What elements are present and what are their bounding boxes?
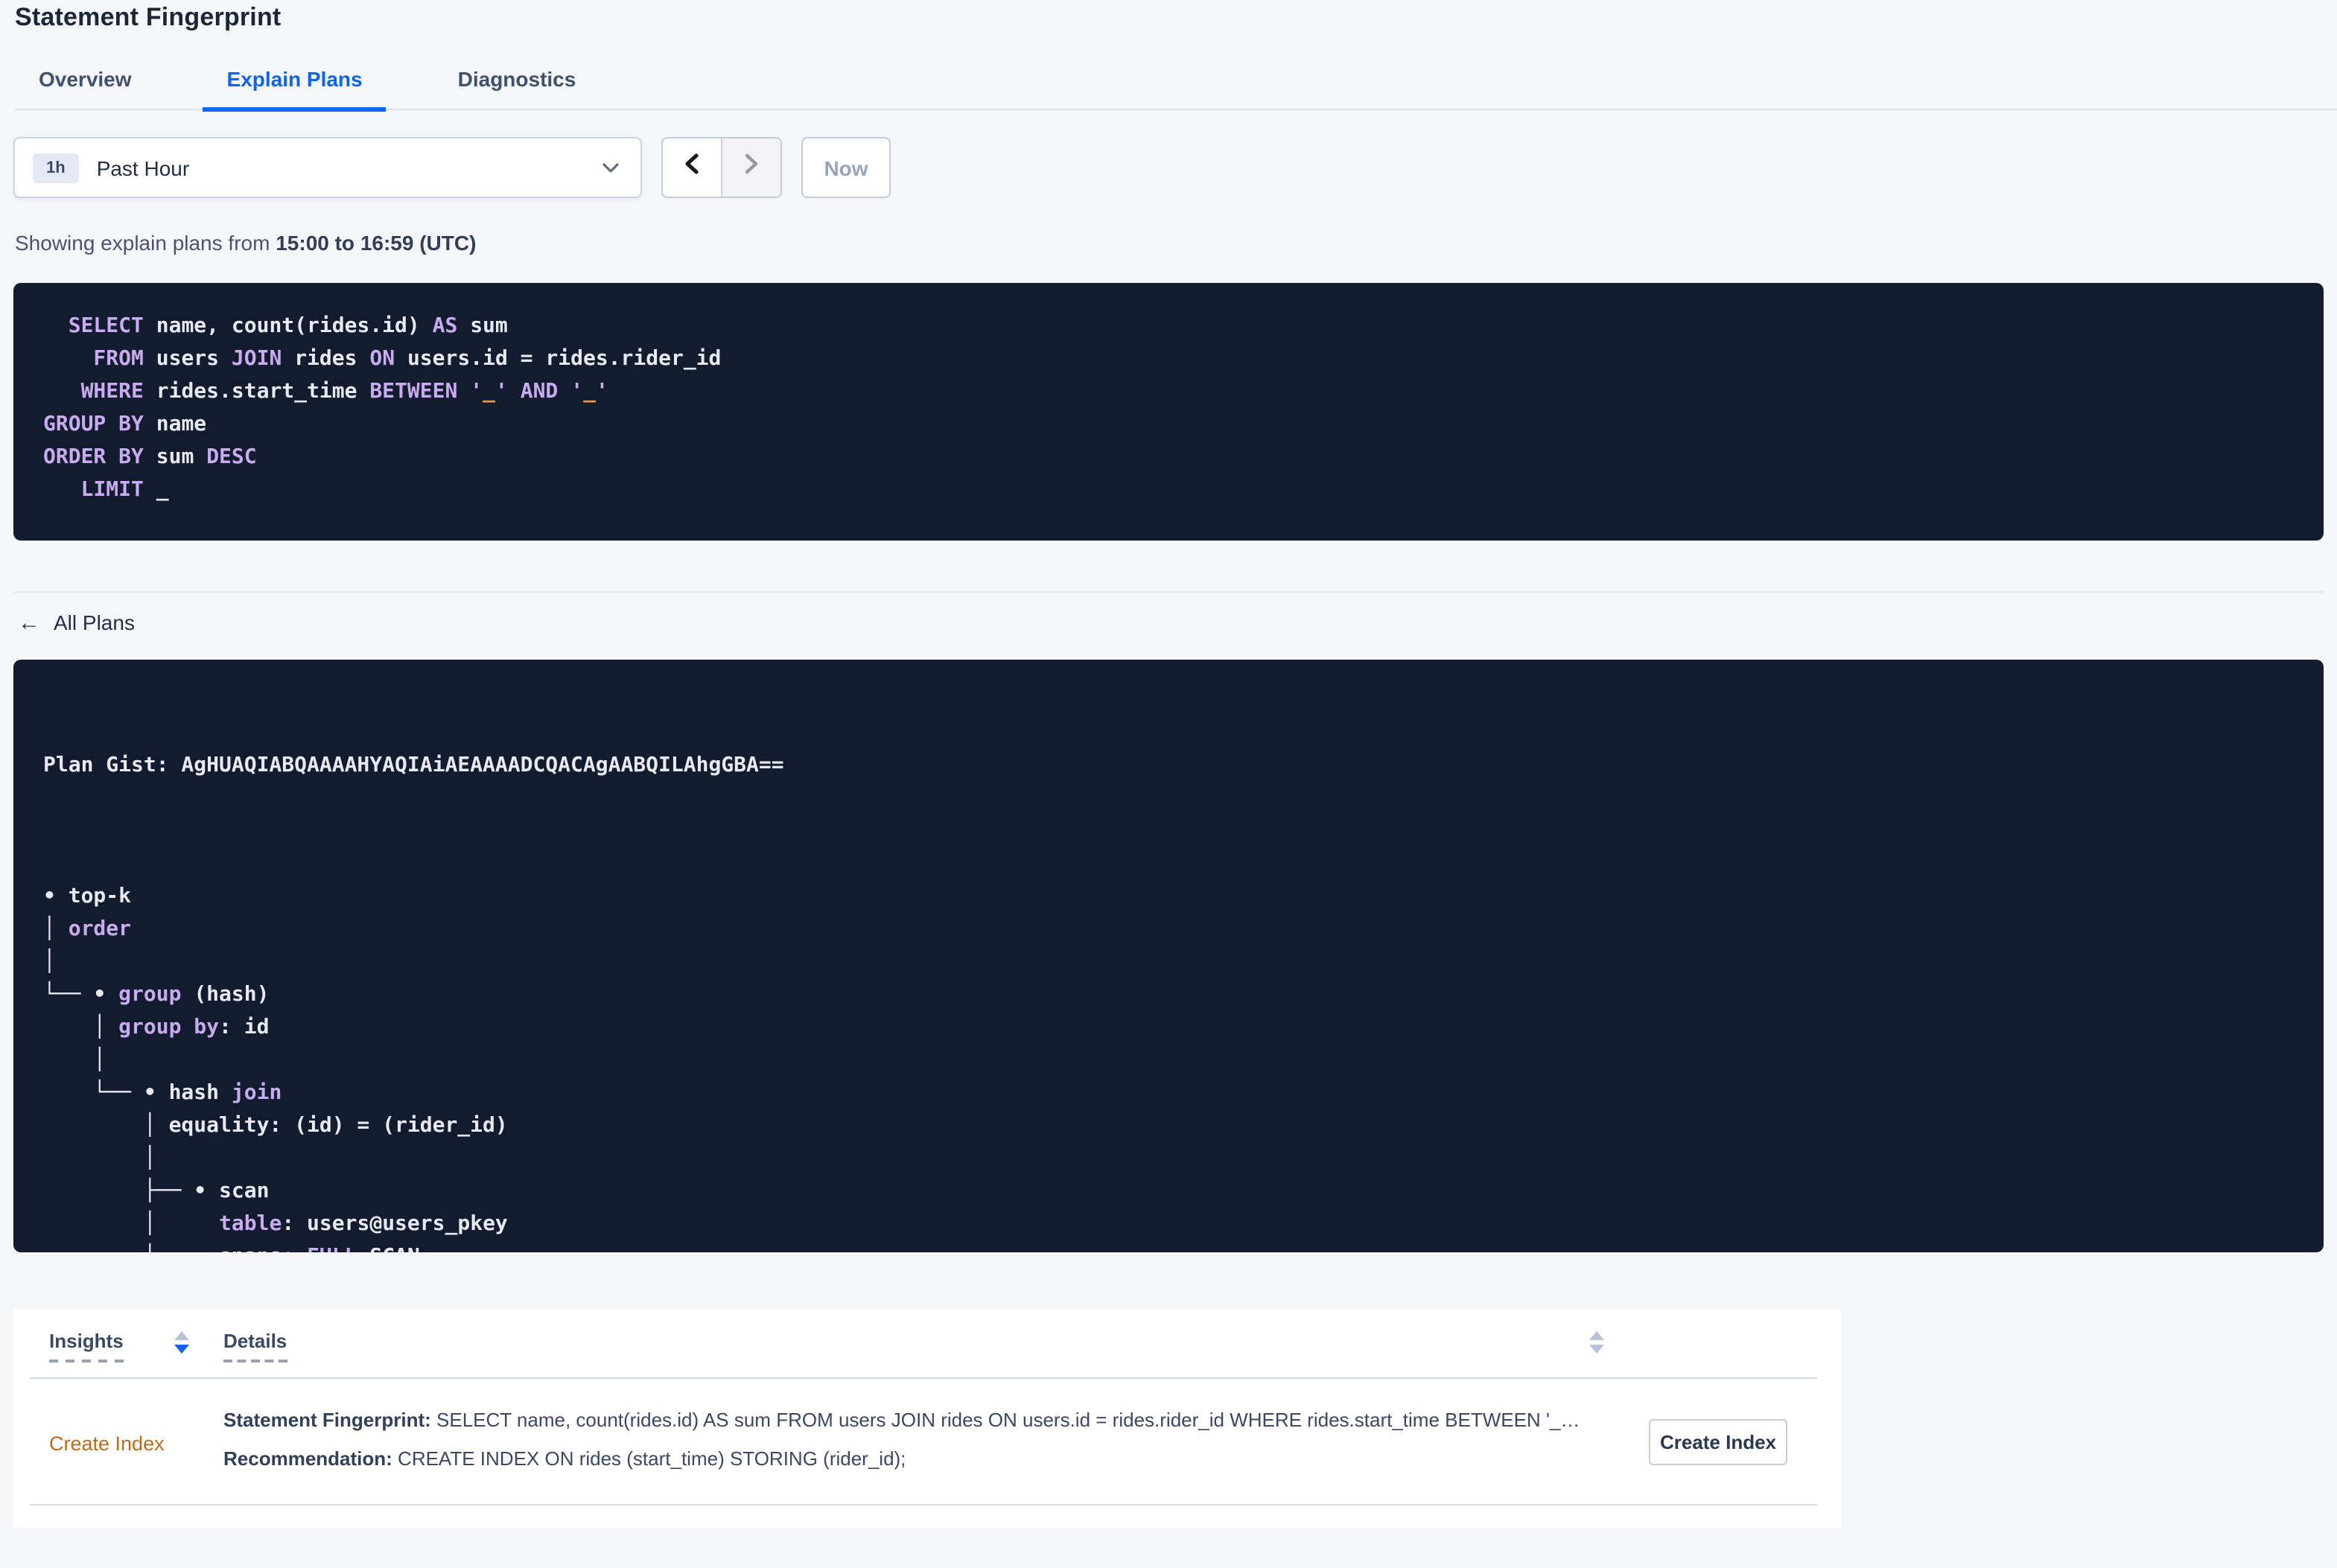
plan-tree: • top-k │ order │ └── • group (hash) │ grou… bbox=[43, 885, 508, 1252]
insights-header-label[interactable]: Insights bbox=[49, 1330, 124, 1363]
back-arrow-icon: ← bbox=[18, 610, 40, 635]
statement-fingerprint-label: Statement Fingerprint: bbox=[223, 1409, 431, 1431]
previous-time-button[interactable] bbox=[663, 138, 722, 197]
column-header-insights[interactable]: Insights bbox=[49, 1328, 124, 1363]
details-header-label[interactable]: Details bbox=[223, 1330, 287, 1363]
sort-up-arrow-icon bbox=[1589, 1331, 1604, 1340]
recommendation-label: Recommendation: bbox=[223, 1447, 392, 1470]
create-index-button[interactable]: Create Index bbox=[1649, 1419, 1787, 1465]
column-header-details[interactable]: Details bbox=[223, 1328, 287, 1363]
time-range-label: Past Hour bbox=[96, 156, 190, 179]
insights-table: Insights Details Create Index Statement … bbox=[13, 1309, 1841, 1528]
sort-icon-insights[interactable] bbox=[174, 1331, 189, 1354]
tab-explain-plans[interactable]: Explain Plans bbox=[203, 54, 387, 112]
recommendation-line: Recommendation: CREATE INDEX ON rides (s… bbox=[223, 1447, 1638, 1470]
showing-plans-prefix: Showing explain plans from bbox=[15, 231, 276, 255]
statement-fingerprint-line: Statement Fingerprint: SELECT name, coun… bbox=[223, 1409, 1638, 1431]
statement-fingerprint-text: SELECT name, count(rides.id) AS sum FROM… bbox=[430, 1409, 1580, 1431]
all-plans-label: All Plans bbox=[54, 611, 135, 634]
time-pager bbox=[661, 137, 782, 198]
page-title: Statement Fingerprint bbox=[15, 3, 282, 31]
tab-overview[interactable]: Overview bbox=[15, 54, 156, 112]
sort-up-arrow-icon bbox=[174, 1331, 189, 1340]
chevron-left-icon bbox=[684, 153, 700, 182]
plan-gist-box: Plan Gist: AgHUAQIABQAAAAHYAQIAiAEAAAADC… bbox=[13, 660, 2324, 1252]
header-divider bbox=[30, 1377, 1817, 1379]
tab-bar: Overview Explain Plans Diagnostics bbox=[15, 54, 2337, 112]
next-time-button[interactable] bbox=[722, 138, 780, 197]
now-button[interactable]: Now bbox=[801, 137, 891, 198]
time-picker-row: 1h Past Hour Now bbox=[13, 137, 2337, 198]
plan-gist-heading: Plan Gist: AgHUAQIABQAAAAHYAQIAiAEAAAADC… bbox=[43, 753, 784, 777]
section-divider bbox=[13, 591, 2324, 593]
all-plans-link[interactable]: ← All Plans bbox=[18, 611, 135, 634]
time-range-badge: 1h bbox=[33, 153, 79, 182]
sort-icon-details[interactable] bbox=[1589, 1331, 1604, 1354]
chevron-right-icon bbox=[743, 153, 760, 182]
chevron-down-icon bbox=[602, 162, 620, 173]
time-range-select[interactable]: 1h Past Hour bbox=[13, 137, 642, 198]
sort-down-arrow-icon bbox=[1589, 1345, 1604, 1354]
tab-diagnostics[interactable]: Diagnostics bbox=[434, 54, 600, 112]
statement-fingerprint-page: Statement Fingerprint Overview Explain Pl… bbox=[0, 0, 2337, 1568]
sql-statement-box: SELECT name, count(rides.id) AS sum FROM… bbox=[13, 283, 2324, 541]
create-index-link[interactable]: Create Index bbox=[49, 1432, 165, 1455]
row-divider bbox=[30, 1504, 1817, 1505]
time-range-text: 15:00 to 16:59 (UTC) bbox=[276, 231, 477, 255]
sort-down-arrow-icon bbox=[174, 1345, 189, 1354]
recommendation-text: CREATE INDEX ON rides (start_time) STORI… bbox=[392, 1447, 906, 1470]
showing-plans-text: Showing explain plans from 15:00 to 16:5… bbox=[15, 231, 2337, 255]
